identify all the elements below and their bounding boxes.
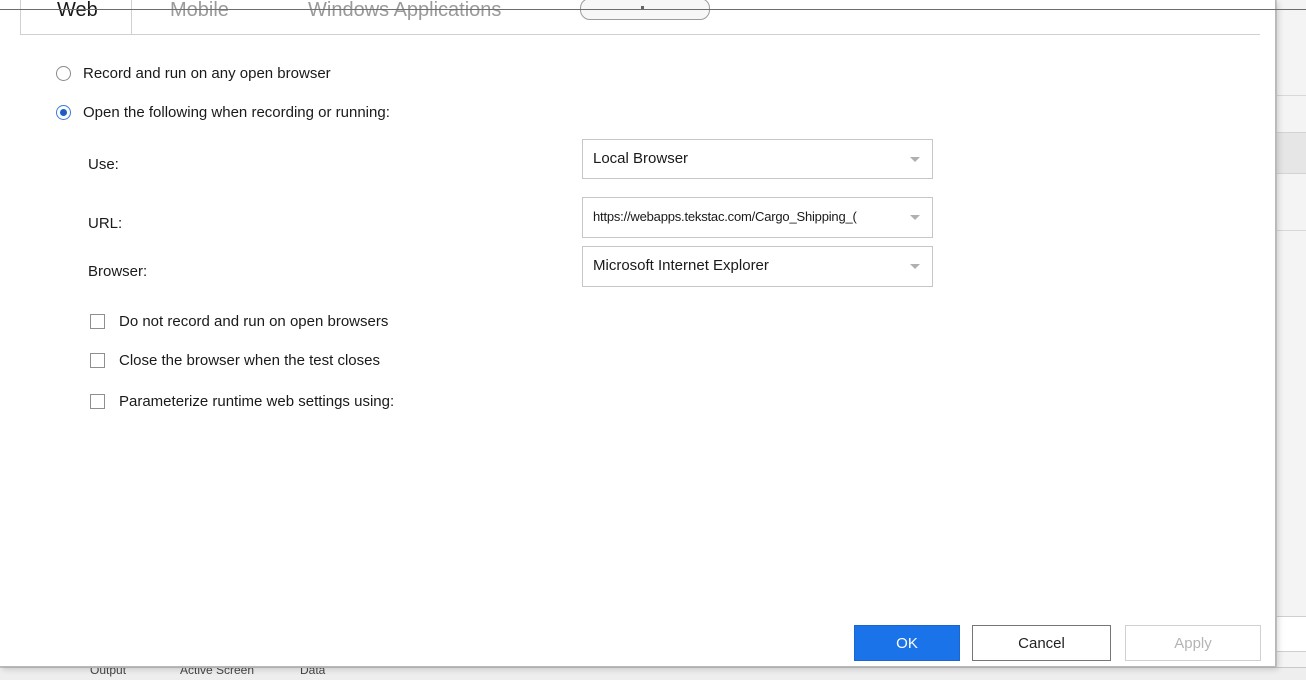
url-select[interactable]: https://webapps.tekstac.com/Cargo_Shippi… (582, 197, 933, 238)
chevron-down-icon (910, 157, 920, 162)
background-status-bar: Output Active Screen Data (0, 667, 1306, 680)
ok-button[interactable]: OK (854, 625, 960, 661)
tab-bar: Web Mobile Windows Applications (20, 0, 1260, 35)
checkbox-parameterize-label: Parameterize runtime web settings using: (119, 393, 395, 410)
background-selected-row (1277, 132, 1306, 174)
background-row (1277, 95, 1306, 96)
chevron-down-icon (910, 215, 920, 220)
radio-any-browser-row[interactable]: Record and run on any open browser (56, 65, 331, 82)
checkbox-no-record-open[interactable] (90, 314, 105, 329)
status-item-data: Data (300, 667, 326, 677)
url-select-value: https://webapps.tekstac.com/Cargo_Shippi… (593, 209, 857, 224)
browser-label: Browser: (88, 263, 148, 280)
browser-select-value: Microsoft Internet Explorer (593, 257, 769, 274)
checkbox-row-close-browser[interactable]: Close the browser when the test closes (90, 352, 380, 369)
background-row (1277, 230, 1306, 231)
status-item-active-screen: Active Screen (180, 667, 255, 677)
checkbox-parameterize[interactable] (90, 394, 105, 409)
checkbox-row-no-record-open[interactable]: Do not record and run on open browsers (90, 313, 388, 330)
apply-button[interactable]: Apply (1125, 625, 1261, 661)
radio-open-following-label: Open the following when recording or run… (83, 104, 390, 121)
radio-any-browser-label: Record and run on any open browser (83, 65, 331, 82)
chevron-down-icon (910, 264, 920, 269)
radio-open-following[interactable] (56, 105, 71, 120)
background-app-panel (1276, 0, 1306, 679)
tab-overflow-control[interactable] (580, 0, 710, 20)
web-settings-dialog: Web Mobile Windows Applications Record a… (0, 0, 1276, 667)
status-item-output: Output (90, 667, 127, 677)
background-input (1277, 616, 1306, 652)
use-label: Use: (88, 156, 119, 173)
use-select-value: Local Browser (593, 150, 689, 167)
tab-windows-applications[interactable]: Windows Applications (308, 0, 501, 34)
use-select[interactable]: Local Browser (582, 139, 933, 179)
checkbox-close-browser-label: Close the browser when the test closes (119, 352, 380, 369)
checkbox-close-browser[interactable] (90, 353, 105, 368)
radio-any-browser[interactable] (56, 66, 71, 81)
checkbox-row-parameterize[interactable]: Parameterize runtime web settings using: (90, 393, 394, 410)
cancel-button[interactable]: Cancel (972, 625, 1111, 661)
checkbox-no-record-open-label: Do not record and run on open browsers (119, 313, 389, 330)
url-label: URL: (88, 215, 123, 232)
tab-mobile[interactable]: Mobile (170, 0, 229, 34)
tab-web[interactable]: Web (20, 0, 132, 34)
window-top-border (0, 9, 1306, 10)
browser-select[interactable]: Microsoft Internet Explorer (582, 246, 933, 287)
radio-open-following-row[interactable]: Open the following when recording or run… (56, 104, 390, 121)
